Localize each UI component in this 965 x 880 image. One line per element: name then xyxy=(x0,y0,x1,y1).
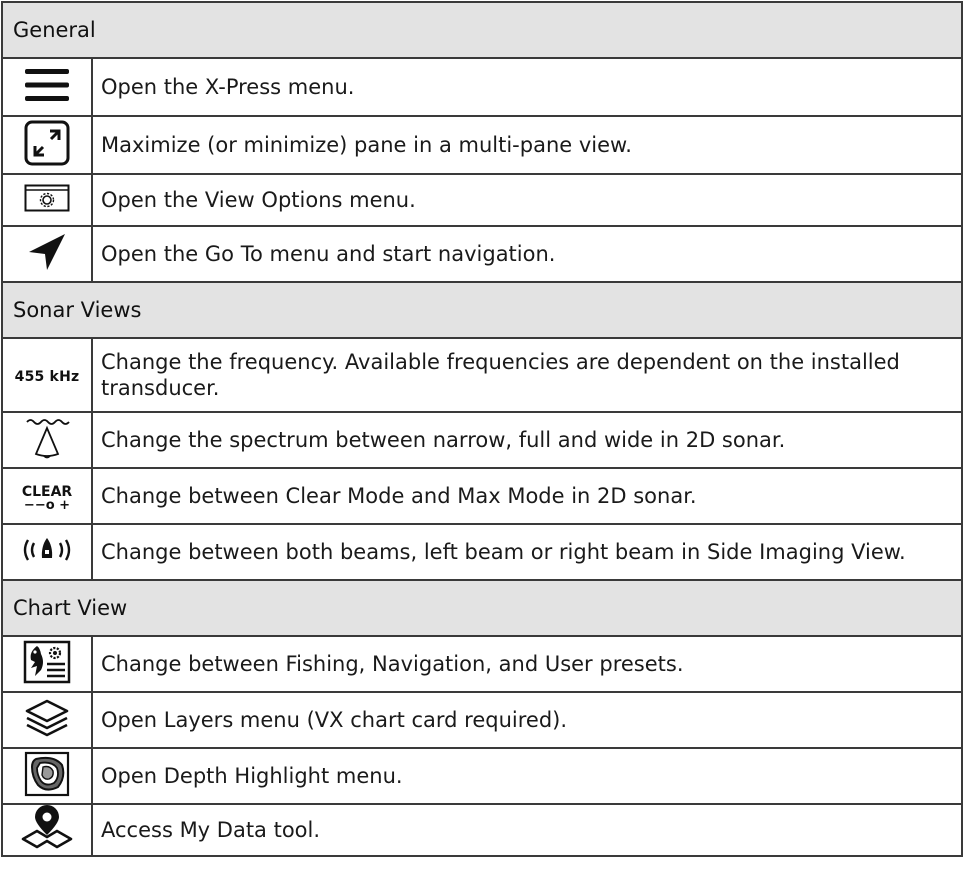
row-description: Open Depth Highlight menu. xyxy=(91,747,963,805)
table-row: Open the X-Press menu. xyxy=(1,57,963,117)
table-row: Change between both beams, left beam or … xyxy=(1,523,963,581)
row-description: Change between Fishing, Navigation, and … xyxy=(91,635,963,693)
spectrum-icon xyxy=(24,416,70,460)
row-description: Open the View Options menu. xyxy=(91,173,963,227)
row-description: Access My Data tool. xyxy=(91,803,963,857)
table-row: Open the Go To menu and start navigation… xyxy=(1,225,963,283)
fishing-presets-icon xyxy=(23,640,71,684)
row-description: Open the X-Press menu. xyxy=(91,57,963,117)
maximize-icon xyxy=(24,120,70,166)
row-description: Change the frequency. Available frequenc… xyxy=(91,337,963,413)
row-description: Open the Go To menu and start navigation… xyxy=(91,225,963,283)
table-row: Maximize (or minimize) pane in a multi-p… xyxy=(1,115,963,175)
icon-reference-table: General Open the X-Press menu. Maximize … xyxy=(1,1,963,857)
section-header-general: General xyxy=(1,1,963,59)
clear-mode-slider: −−o + xyxy=(23,497,71,513)
row-description: Change the spectrum between narrow, full… xyxy=(91,411,963,469)
section-header-sonar-views: Sonar Views xyxy=(1,281,963,339)
section-title: Chart View xyxy=(1,579,963,637)
table-row: Open Depth Highlight menu. xyxy=(1,747,963,805)
table-row: Access My Data tool. xyxy=(1,803,963,857)
section-title: General xyxy=(1,1,963,59)
table-row: Open the View Options menu. xyxy=(1,173,963,227)
frequency-icon: 455 kHz xyxy=(14,368,80,385)
section-header-chart-view: Chart View xyxy=(1,579,963,637)
layers-icon xyxy=(24,698,70,738)
row-description: Open Layers menu (VX chart card required… xyxy=(91,691,963,749)
row-description: Change between both beams, left beam or … xyxy=(91,523,963,581)
table-row: Open Layers menu (VX chart card required… xyxy=(1,691,963,749)
row-description: Change between Clear Mode and Max Mode i… xyxy=(91,467,963,525)
my-data-icon xyxy=(19,805,75,851)
table-row: 455 kHz Change the frequency. Available … xyxy=(1,337,963,413)
clear-mode-label: CLEAR xyxy=(21,483,73,500)
navigation-arrow-icon xyxy=(27,232,67,272)
table-row: CLEAR −−o + Change between Clear Mode an… xyxy=(1,467,963,525)
view-options-icon xyxy=(24,184,70,212)
clear-mode-icon: CLEAR −−o + xyxy=(21,483,73,513)
table-row: Change the spectrum between narrow, full… xyxy=(1,411,963,469)
depth-highlight-icon xyxy=(24,751,70,797)
section-title: Sonar Views xyxy=(1,281,963,339)
row-description: Maximize (or minimize) pane in a multi-p… xyxy=(91,115,963,175)
side-imaging-beams-icon xyxy=(19,534,75,566)
table-row: Change between Fishing, Navigation, and … xyxy=(1,635,963,693)
hamburger-menu-icon xyxy=(24,67,70,103)
